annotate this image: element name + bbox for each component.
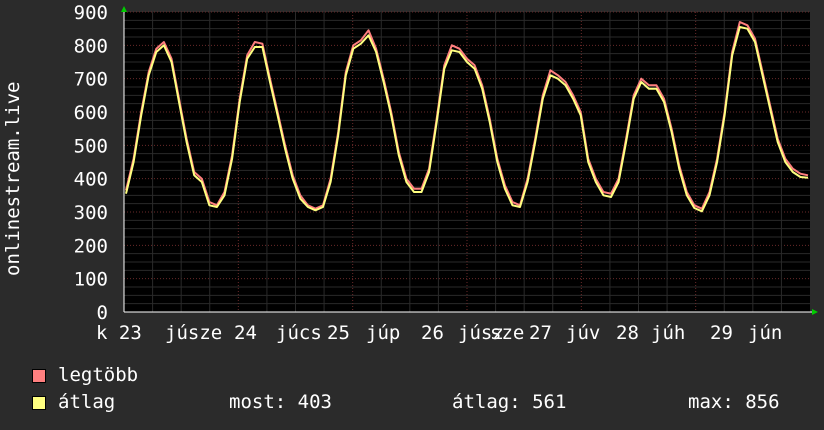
y-tick-label: 800 (74, 35, 108, 57)
x-axis-ticks: k 23 júsze 24 júcs 25 júp 26 júszsze 27 júv 28 júh 2… (96, 322, 782, 344)
stat-max: max: 856 (688, 391, 780, 413)
y-tick-label: 700 (74, 69, 108, 91)
x-tick-label: k 23 (96, 322, 142, 344)
y-tick-label: 300 (74, 202, 108, 224)
y-tick-label: 0 (97, 302, 108, 324)
legend-swatch-legtobb (32, 368, 46, 383)
y-axis-arrow (121, 6, 127, 12)
x-tick-label: 25 (327, 322, 350, 344)
x-tick-label: sze (490, 322, 524, 344)
y-tick-label: 500 (74, 135, 108, 157)
x-tick-label: 27 (529, 322, 552, 344)
x-tick-label: júsze (165, 322, 222, 344)
y-tick-label: 200 (74, 235, 108, 257)
x-tick-label: 24 (234, 322, 257, 344)
stat-now: most: 403 (229, 391, 332, 413)
y-tick-label: 400 (74, 169, 108, 191)
legend-label-legtobb: legtöbb (58, 364, 139, 386)
x-tick-label: jún (748, 322, 782, 344)
x-tick-label: júcs (276, 322, 322, 344)
y-tick-label: 100 (74, 269, 108, 291)
x-tick-label: júp (366, 322, 400, 344)
legend-item-legtobb: legtöbb (32, 364, 138, 386)
y-axis-ticks: 0 100 200 300 400 500 600 700 800 900 (74, 2, 108, 324)
stat-average: átlag: 561 (452, 391, 567, 413)
x-axis-arrow (812, 309, 818, 315)
x-tick-label: júh (651, 322, 685, 344)
y-tick-label: 900 (74, 2, 108, 24)
x-tick-label: 26 (421, 322, 444, 344)
line-chart: 0 100 200 300 400 500 600 700 800 900 k 23 júsze 24… (74, 2, 818, 344)
x-tick-label: 29 (710, 322, 733, 344)
legend-label-atlag: átlag (58, 391, 116, 413)
x-tick-label: júv (566, 322, 600, 344)
x-tick-label: 28 (616, 322, 639, 344)
y-tick-label: 600 (74, 102, 108, 124)
legend-item-atlag: átlag (32, 391, 115, 413)
legend-swatch-atlag (32, 395, 46, 410)
y-axis-label: onlinestream.live (2, 81, 24, 276)
